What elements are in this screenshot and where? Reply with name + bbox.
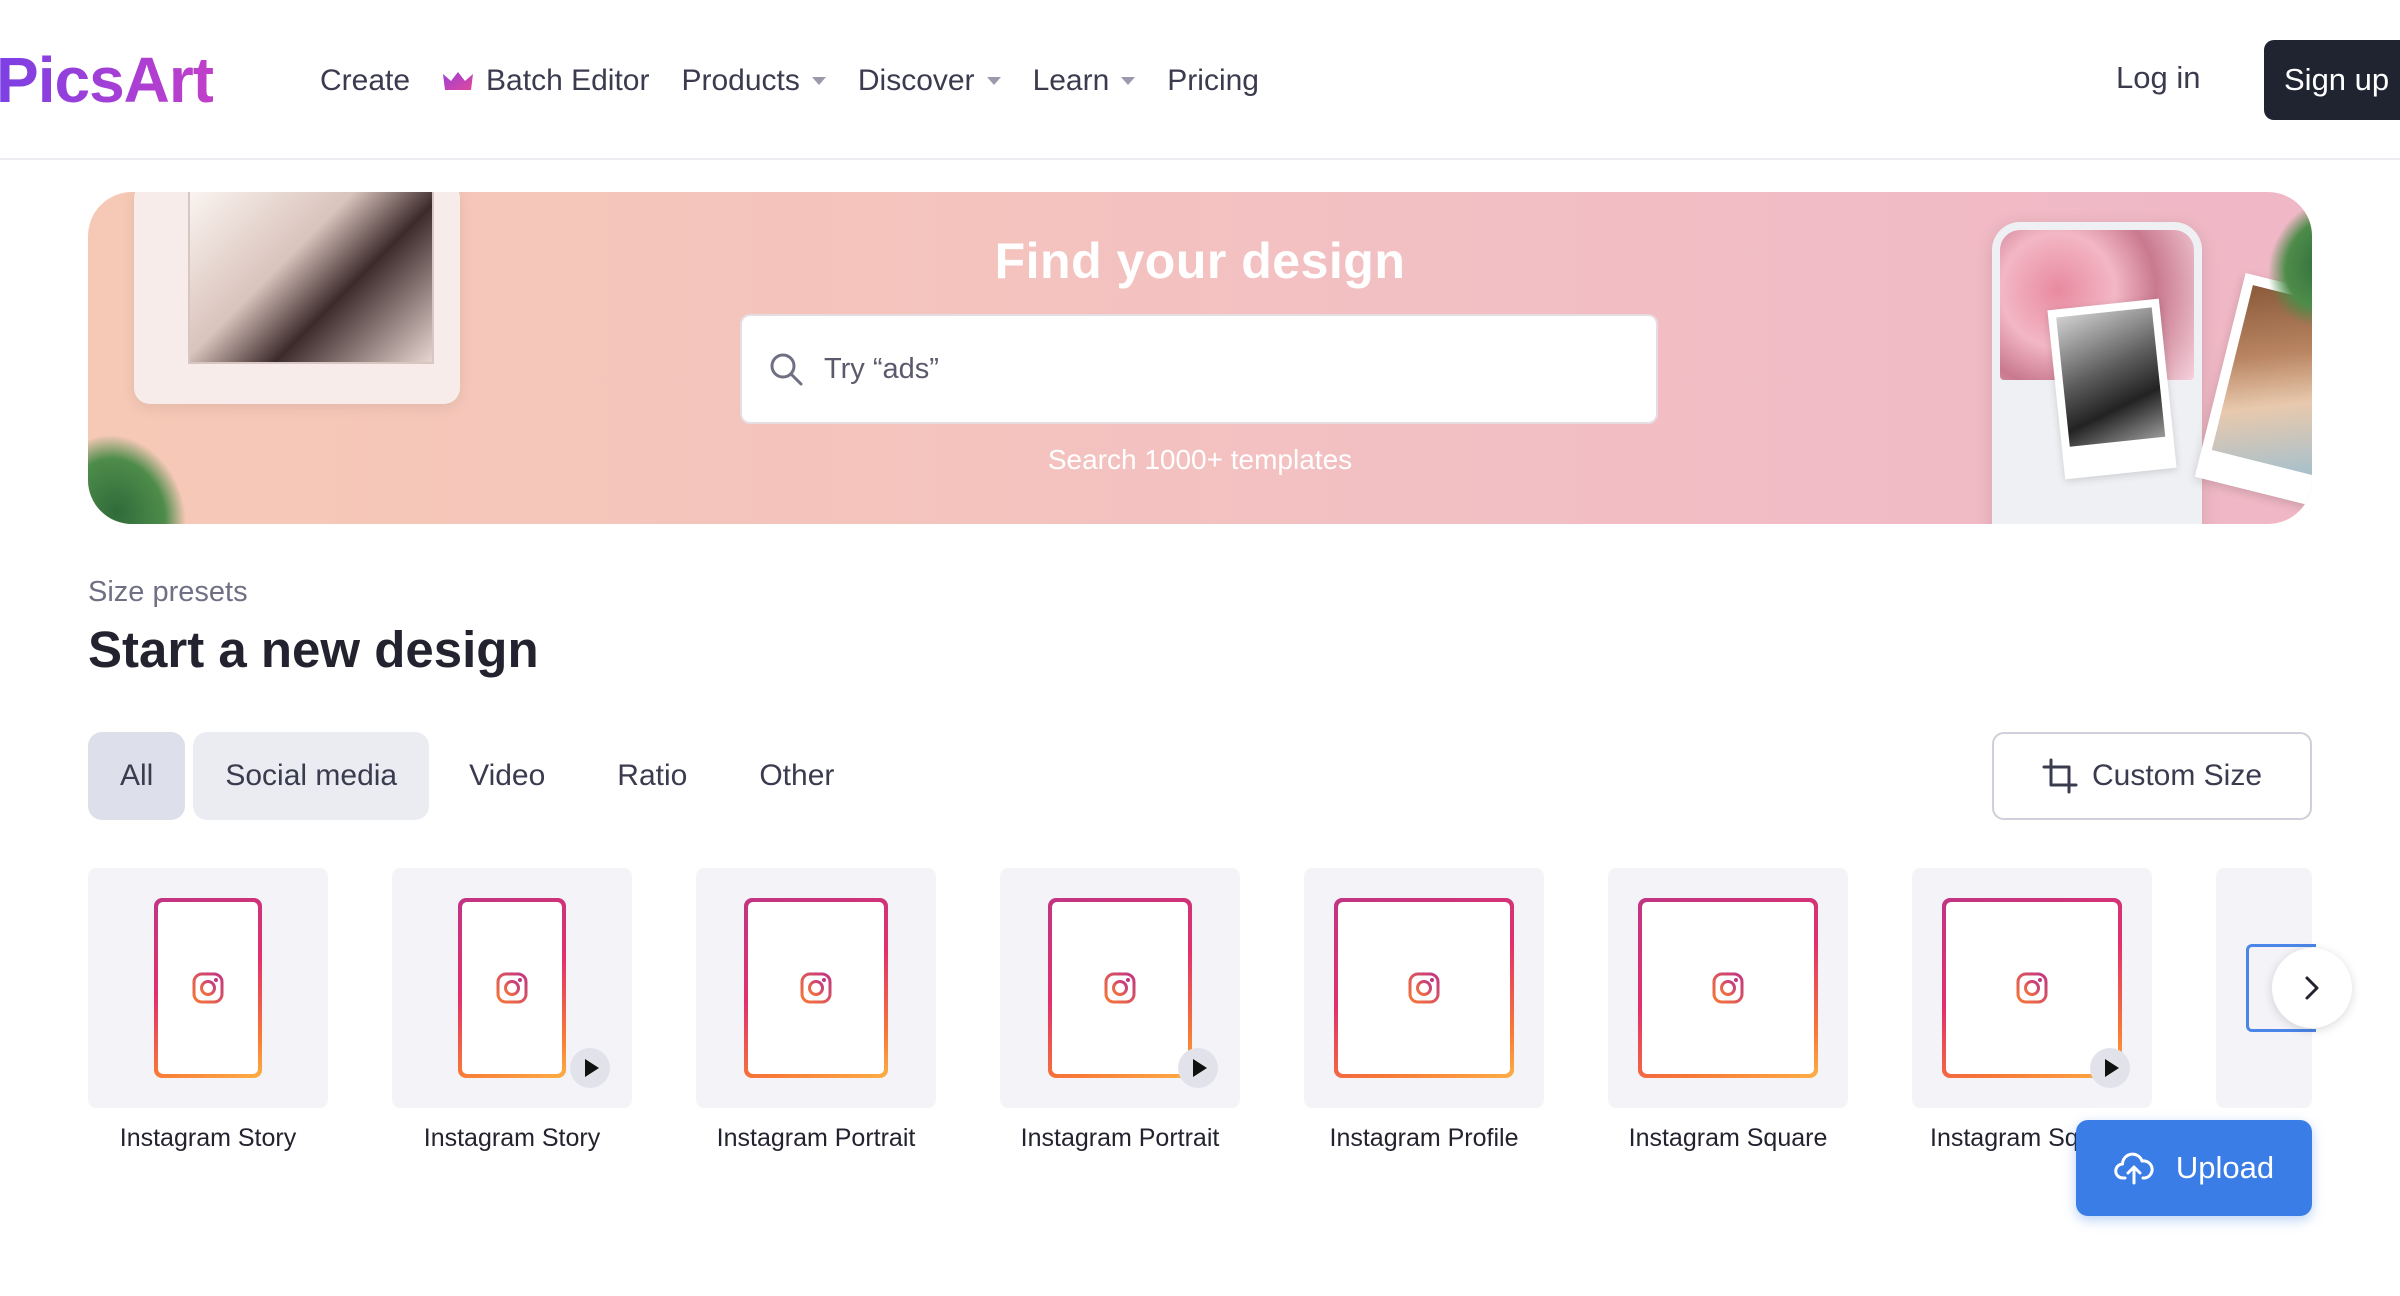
preset-thumbnail	[1912, 868, 2152, 1108]
chevron-down-icon	[986, 77, 1001, 85]
banner-subtitle: Search 1000+ templates	[1047, 444, 1353, 475]
upload-label: Upload	[2175, 1150, 2275, 1185]
section-title: Start a new design	[88, 621, 539, 678]
nav-batch-editor[interactable]: Batch Editor	[442, 64, 649, 98]
nav-pricing-label: Pricing	[1167, 64, 1259, 97]
nav-products-label: Products	[681, 64, 800, 97]
nav-create-label: Create	[320, 64, 411, 97]
nav-batch-editor-label: Batch Editor	[486, 64, 650, 97]
preset-thumbnail	[1304, 868, 1544, 1108]
nav-discover-label: Discover	[857, 64, 975, 97]
preset-card[interactable]: Instagram Sq	[1912, 868, 2152, 1153]
instagram-icon	[192, 972, 224, 1004]
nav-create[interactable]: Create	[320, 64, 410, 98]
tab-ratio[interactable]: Ratio	[585, 732, 719, 820]
preset-card[interactable]: Instagram Square	[1608, 868, 1848, 1153]
main-nav: Create Batch Editor Products Discover Le…	[320, 56, 1291, 106]
preset-frame	[1048, 898, 1192, 1078]
picsart-logo[interactable]: PicsArt	[0, 42, 214, 118]
nav-learn-label: Learn	[1032, 64, 1110, 97]
instagram-icon	[496, 972, 528, 1004]
crop-icon	[2042, 758, 2078, 794]
preset-thumbnail	[88, 868, 328, 1108]
preset-card[interactable]: Instagram Portrait	[1000, 868, 1240, 1153]
find-design-banner: Find your design Search 1000+ templates	[88, 192, 2312, 524]
tab-other[interactable]: Other	[727, 732, 866, 820]
preset-card[interactable]: Instagram Profile	[1304, 868, 1544, 1153]
instagram-icon	[1712, 972, 1744, 1004]
signup-button[interactable]: Sign up	[2264, 40, 2400, 120]
preset-frame	[744, 898, 888, 1078]
preset-card[interactable]: Instagram Story	[392, 868, 632, 1153]
tab-social-media[interactable]: Social media	[193, 732, 430, 820]
nav-pricing[interactable]: Pricing	[1167, 64, 1259, 98]
preset-frame	[458, 898, 566, 1078]
nav-learn[interactable]: Learn	[1033, 64, 1136, 98]
instagram-icon	[800, 972, 832, 1004]
nav-products[interactable]: Products	[681, 64, 826, 98]
section-eyebrow: Size presets	[88, 576, 248, 608]
instagram-icon	[2016, 972, 2048, 1004]
top-navigation-bar: PicsArt Create Batch Editor Products Dis…	[0, 0, 2400, 160]
login-link[interactable]: Log in	[2116, 60, 2200, 96]
preset-label: Instagram Portrait	[1020, 1124, 1220, 1152]
chevron-down-icon	[1121, 77, 1136, 85]
play-icon	[570, 1048, 610, 1088]
preset-frame	[154, 898, 262, 1078]
preset-frame	[1942, 898, 2122, 1078]
search-input[interactable]	[822, 351, 1622, 387]
preset-card[interactable]: Instagram Story	[88, 868, 328, 1153]
template-search-box[interactable]	[740, 314, 1658, 424]
nav-discover[interactable]: Discover	[858, 64, 1001, 98]
play-icon	[1178, 1048, 1218, 1088]
preset-thumbnail	[696, 868, 936, 1108]
tab-all[interactable]: All	[88, 732, 186, 820]
preset-card[interactable]: Instagram Portrait	[696, 868, 936, 1153]
preset-frame	[1638, 898, 1818, 1078]
preset-label: Instagram Portrait	[716, 1124, 916, 1152]
custom-size-label: Custom Size	[2091, 759, 2263, 792]
preset-label: Instagram Story	[423, 1124, 601, 1152]
chevron-down-icon	[811, 77, 826, 85]
custom-size-button[interactable]: Custom Size	[1992, 732, 2312, 820]
preset-frame	[1334, 898, 1514, 1078]
crown-icon	[443, 72, 474, 90]
preset-label: Instagram Profile	[1329, 1124, 1519, 1152]
preset-thumbnail	[1000, 868, 1240, 1108]
search-icon	[770, 353, 803, 386]
upload-button[interactable]: Upload	[2076, 1120, 2312, 1216]
play-icon	[2090, 1048, 2130, 1088]
preset-label: Instagram Story	[119, 1124, 297, 1152]
carousel-next-button[interactable]	[2272, 948, 2352, 1028]
decorative-polaroid-image	[2056, 307, 2166, 447]
chevron-right-icon	[2305, 976, 2319, 1000]
preset-thumbnail	[1608, 868, 1848, 1108]
preset-carousel: Instagram Story Instagram Story Instagra…	[88, 868, 2312, 1168]
instagram-icon	[1408, 972, 1440, 1004]
banner-title: Find your design	[994, 233, 1406, 289]
cloud-upload-icon	[2114, 1152, 2154, 1185]
preset-label: Instagram Square	[1628, 1124, 1828, 1152]
preset-thumbnail	[392, 868, 632, 1108]
instagram-icon	[1104, 972, 1136, 1004]
tab-video[interactable]: Video	[437, 732, 577, 820]
preset-filter-tabs: All Social media Video Ratio Other	[88, 732, 874, 820]
